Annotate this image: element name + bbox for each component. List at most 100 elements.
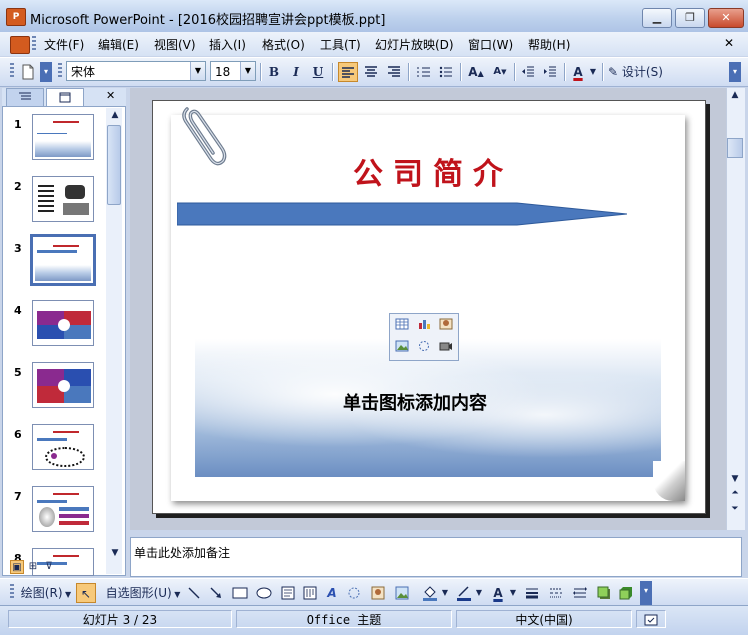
- 3d-style-icon[interactable]: [616, 583, 636, 603]
- toolbar-grip[interactable]: [10, 63, 14, 79]
- shadow-style-icon[interactable]: [594, 583, 614, 603]
- decrease-font-size-icon[interactable]: A▼: [490, 62, 510, 82]
- menu-help[interactable]: 帮助(H): [528, 36, 570, 53]
- close-button[interactable]: ✕: [708, 8, 744, 28]
- picture-icon[interactable]: [392, 583, 412, 603]
- scrollbar-thumb[interactable]: [107, 125, 121, 205]
- menu-file[interactable]: 文件(F): [44, 36, 84, 53]
- toolbar-options-icon[interactable]: ▾: [40, 62, 52, 82]
- select-pointer-icon[interactable]: ↖: [76, 583, 96, 603]
- underline-button[interactable]: U: [308, 62, 328, 82]
- menu-slideshow[interactable]: 幻灯片放映(D): [375, 36, 454, 53]
- design-button[interactable]: ✎ 设计(S): [608, 62, 674, 82]
- clipart-icon[interactable]: [368, 583, 388, 603]
- scroll-up-icon[interactable]: ▲: [727, 88, 743, 102]
- fill-color-icon[interactable]: [420, 583, 440, 603]
- align-center-icon[interactable]: [361, 62, 381, 82]
- insert-chart-icon[interactable]: [416, 318, 432, 332]
- close-icon[interactable]: ✕: [106, 89, 115, 102]
- restore-button[interactable]: ❐: [675, 8, 705, 28]
- font-name-select[interactable]: 宋体 ▼: [66, 61, 206, 81]
- insert-media-icon[interactable]: [438, 340, 454, 354]
- rectangle-icon[interactable]: [230, 583, 250, 603]
- align-left-icon[interactable]: [338, 62, 358, 82]
- autoshapes-button[interactable]: 自选图形(U) ▼: [104, 583, 182, 603]
- slide-thumbnail[interactable]: [32, 176, 94, 222]
- chevron-down-icon[interactable]: ▼: [588, 62, 598, 82]
- arrow-icon[interactable]: [206, 583, 226, 603]
- insert-clipart-icon[interactable]: [438, 318, 454, 332]
- font-color-icon[interactable]: A: [568, 62, 588, 82]
- normal-view-icon[interactable]: ▣: [10, 560, 24, 574]
- insert-picture-icon[interactable]: [394, 340, 410, 354]
- wordart-icon[interactable]: A: [322, 583, 342, 603]
- new-document-icon[interactable]: [18, 62, 38, 82]
- arrow-bar-shape[interactable]: [177, 201, 627, 227]
- insert-table-icon[interactable]: [394, 318, 410, 332]
- scroll-down-icon[interactable]: ▼: [107, 546, 123, 560]
- bold-button[interactable]: B: [264, 62, 284, 82]
- insert-diagram-icon[interactable]: [416, 340, 432, 354]
- increase-indent-icon[interactable]: [540, 62, 560, 82]
- slide-thumbnail[interactable]: [32, 424, 94, 470]
- numbered-list-icon[interactable]: [414, 62, 434, 82]
- scroll-up-icon[interactable]: ▲: [107, 108, 123, 122]
- menu-tools[interactable]: 工具(T): [320, 36, 361, 53]
- chevron-down-icon[interactable]: ▼: [240, 62, 255, 80]
- slideshow-view-icon[interactable]: ⊽: [42, 560, 56, 574]
- line-icon[interactable]: [184, 583, 204, 603]
- align-right-icon[interactable]: [384, 62, 404, 82]
- spelling-icon[interactable]: [636, 610, 666, 628]
- menu-window[interactable]: 窗口(W): [468, 36, 513, 53]
- draw-menu-button[interactable]: 绘图(R) ▼: [20, 583, 72, 603]
- decrease-indent-icon[interactable]: [518, 62, 538, 82]
- slide-thumbnail[interactable]: [32, 114, 94, 160]
- next-slide-icon[interactable]: ⏷: [727, 502, 743, 516]
- toolbar-options-icon[interactable]: ▾: [729, 62, 741, 82]
- font-size-select[interactable]: 18 ▼: [210, 61, 256, 81]
- close-document-icon[interactable]: ✕: [724, 36, 734, 50]
- tab-slides[interactable]: [46, 88, 84, 106]
- italic-button[interactable]: I: [286, 62, 306, 82]
- menu-insert[interactable]: 插入(I): [209, 36, 246, 53]
- chevron-down-icon[interactable]: ▼: [474, 583, 484, 603]
- line-style-icon[interactable]: [522, 583, 542, 603]
- document-icon[interactable]: [10, 36, 30, 54]
- content-placeholder-text[interactable]: 单击图标添加内容: [343, 389, 487, 415]
- slide-title[interactable]: 公司简介: [353, 149, 513, 193]
- slide-canvas[interactable]: 公司简介 单击图标添加内容: [152, 100, 706, 514]
- previous-slide-icon[interactable]: ⏶: [727, 486, 743, 500]
- toolbar-options-icon[interactable]: ▾: [640, 581, 652, 605]
- menu-format[interactable]: 格式(O): [262, 36, 305, 53]
- menu-edit[interactable]: 编辑(E): [98, 36, 139, 53]
- textbox-icon[interactable]: [278, 583, 298, 603]
- slide-sorter-view-icon[interactable]: ⊞: [26, 560, 40, 574]
- menu-view[interactable]: 视图(V): [154, 36, 196, 53]
- window-title: Microsoft PowerPoint - [2016校园招聘宣讲会ppt模板…: [30, 13, 386, 28]
- increase-font-size-icon[interactable]: A▲: [466, 62, 486, 82]
- line-color-icon[interactable]: [454, 583, 474, 603]
- tab-outline[interactable]: [6, 88, 44, 106]
- dash-style-icon[interactable]: [546, 583, 566, 603]
- scroll-down-icon[interactable]: ▼: [727, 472, 743, 486]
- slide-thumbnail[interactable]: [32, 300, 94, 346]
- minimize-button[interactable]: ▁: [642, 8, 672, 28]
- slide-thumbnail-selected[interactable]: [30, 234, 96, 286]
- chevron-down-icon[interactable]: ▼: [440, 583, 450, 603]
- diagram-icon[interactable]: [344, 583, 364, 603]
- slide-thumbnail[interactable]: [32, 486, 94, 532]
- powerpoint-app-icon[interactable]: P: [6, 8, 26, 26]
- menu-grip[interactable]: [32, 36, 36, 52]
- notes-placeholder[interactable]: 单击此处添加备注: [134, 544, 230, 561]
- toolbar-grip[interactable]: [10, 584, 14, 600]
- oval-icon[interactable]: [254, 583, 274, 603]
- arrow-style-icon[interactable]: [570, 583, 590, 603]
- scrollbar-thumb[interactable]: [727, 138, 743, 158]
- chevron-down-icon[interactable]: ▼: [508, 583, 518, 603]
- font-color-icon[interactable]: A: [488, 583, 508, 603]
- chevron-down-icon[interactable]: ▼: [190, 62, 205, 80]
- slide-thumbnail[interactable]: [32, 362, 94, 408]
- toolbar-grip-2[interactable]: [58, 63, 62, 79]
- bulleted-list-icon[interactable]: [436, 62, 456, 82]
- vertical-textbox-icon[interactable]: [300, 583, 320, 603]
